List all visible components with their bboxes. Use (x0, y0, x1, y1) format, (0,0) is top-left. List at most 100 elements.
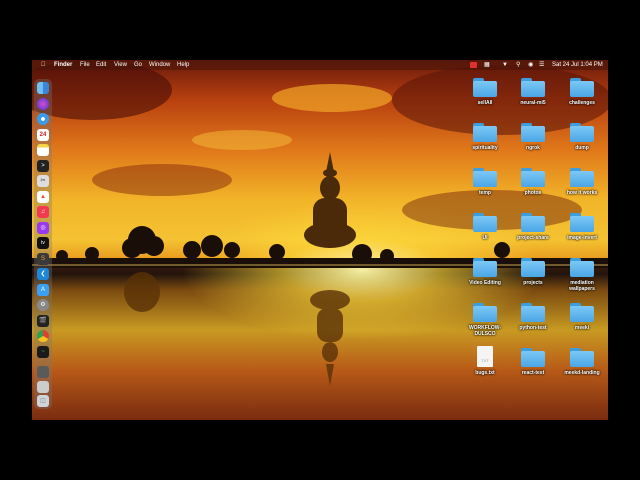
folder-icon (521, 213, 545, 232)
desktop-folder[interactable]: project-share (508, 213, 558, 241)
desktop-item-label: projects (523, 280, 543, 286)
finder-window-icon[interactable] (37, 381, 49, 393)
desktop-folder[interactable]: temp (460, 168, 510, 196)
search-icon[interactable]: ⚲ (516, 60, 520, 70)
desktop-item-label: mediation wallpapers (569, 280, 595, 292)
desktop-item-label: UI (482, 235, 488, 241)
app-store-icon[interactable]: A (37, 284, 49, 296)
desktop-folder[interactable]: WORKFLOW-DULSCO (460, 303, 510, 337)
control-center-icon[interactable]: ☰ (539, 60, 544, 70)
siri-icon[interactable]: ◉ (528, 60, 533, 70)
folder-icon (570, 168, 594, 187)
desktop-folder[interactable]: image-invert (557, 213, 607, 241)
sublime-text-icon[interactable]: S (37, 253, 49, 265)
desktop-item-label: image-invert (567, 235, 597, 241)
desktop-item-label: temp (479, 190, 491, 196)
menu-clock[interactable]: Sat 24 Jul 1:04 PM (552, 60, 603, 70)
desktop-item-label: how it works (566, 190, 598, 196)
desktop-folder[interactable]: react-test (508, 348, 558, 376)
folder-icon (521, 258, 545, 277)
folder-icon (570, 78, 594, 97)
apple-icon[interactable]:  (41, 60, 46, 70)
folder-icon (473, 258, 497, 277)
menu-view[interactable]: View (114, 60, 127, 70)
desktop-item-label: dump (575, 145, 589, 151)
terminal-icon[interactable]: > (37, 160, 49, 172)
desktop-folder[interactable]: ngrok (508, 123, 558, 151)
dock: 24 > ✂ ▲ ♫ ◎ tv S ❮ A ⚙ 🎬 ~ ◫ (34, 79, 52, 409)
final-cut-icon[interactable]: 🎬 (37, 315, 49, 327)
desktop-item-label: python-test (519, 325, 547, 331)
preview-icon[interactable] (37, 366, 49, 378)
folder-icon (473, 78, 497, 97)
notes-icon[interactable] (37, 144, 49, 156)
folder-icon (473, 123, 497, 142)
desktop-folder[interactable]: spirituality (460, 123, 510, 151)
desktop-item-label: neural-mi5 (520, 100, 546, 106)
desktop-folder[interactable]: how it works (557, 168, 607, 196)
desktop-item-label: sellAll (477, 100, 493, 106)
desktop-item-label: bugs.txt (475, 370, 495, 376)
desktop-folder[interactable]: dump (557, 123, 607, 151)
desktop-screen:  Finder File Edit View Go Window Help ▦… (32, 60, 608, 420)
folder-icon (473, 213, 497, 232)
desktop-file[interactable]: TXT bugs.txt (460, 346, 510, 376)
folder-icon (570, 303, 594, 322)
menu-go[interactable]: Go (134, 60, 142, 70)
desktop-item-label: meekd-landing (564, 370, 600, 376)
folder-icon (521, 348, 545, 367)
desktop-item-label: project-share (517, 235, 549, 241)
desktop-folder[interactable]: Video Editing (460, 258, 510, 286)
menu-file[interactable]: File (80, 60, 90, 70)
desktop-folder[interactable]: meeki (557, 303, 607, 331)
chrome-icon[interactable] (37, 330, 49, 342)
music-icon[interactable]: ♫ (37, 206, 49, 218)
desktop-item-label: spirituality (472, 145, 498, 151)
desktop-folder[interactable]: sellAll (460, 78, 510, 106)
desktop-folder[interactable]: mediation wallpapers (557, 258, 607, 292)
desktop-item-label: ngrok (526, 145, 540, 151)
folder-icon (521, 78, 545, 97)
system-preferences-icon[interactable]: ⚙ (37, 299, 49, 311)
control-icon[interactable]: ▦ (484, 60, 490, 70)
activity-monitor-icon[interactable]: ~ (37, 346, 49, 358)
desktop-item-label: WORKFLOW-DULSCO (468, 325, 502, 337)
desktop-folder[interactable]: meekd-landing (557, 348, 607, 376)
text-file-icon: TXT (477, 346, 493, 367)
folder-icon (473, 168, 497, 187)
brave-icon[interactable]: ▲ (37, 191, 49, 203)
desktop-item-label: react-test (521, 370, 545, 376)
desktop-folder[interactable]: projects (508, 258, 558, 286)
desktop-item-label: photos (524, 190, 542, 196)
desktop-folder[interactable]: python-test (508, 303, 558, 331)
desktop-folder[interactable]: UI (460, 213, 510, 241)
menu-edit[interactable]: Edit (96, 60, 106, 70)
desktop-item-label: Video Editing (469, 280, 501, 286)
vscode-icon[interactable]: ❮ (37, 268, 49, 280)
folder-icon (473, 303, 497, 322)
finder-icon[interactable] (37, 82, 49, 94)
menu-help[interactable]: Help (177, 60, 189, 70)
apple-tv-icon[interactable]: tv (37, 237, 49, 249)
folder-icon (570, 213, 594, 232)
folder-icon (570, 123, 594, 142)
calendar-icon[interactable]: 24 (37, 129, 49, 141)
siri-dock-icon[interactable] (37, 98, 49, 110)
folder-icon (570, 258, 594, 277)
trash-icon[interactable]: ◫ (37, 395, 49, 407)
folder-icon (521, 168, 545, 187)
screenshot-icon[interactable]: ✂ (37, 175, 49, 187)
desktop-folder[interactable]: challenges (557, 78, 607, 106)
desktop-folder[interactable]: photos (508, 168, 558, 196)
desktop-item-label: meeki (574, 325, 590, 331)
menu-window[interactable]: Window (149, 60, 170, 70)
wifi-icon[interactable]: ▼ (502, 60, 508, 70)
menu-bar:  Finder File Edit View Go Window Help ▦… (32, 60, 608, 70)
folder-icon (570, 348, 594, 367)
desktop-folder[interactable]: neural-mi5 (508, 78, 558, 106)
podcasts-icon[interactable]: ◎ (37, 222, 49, 234)
folder-icon (521, 123, 545, 142)
menu-app-name[interactable]: Finder (54, 60, 72, 70)
safari-icon[interactable] (37, 113, 49, 125)
record-icon[interactable] (470, 62, 477, 68)
